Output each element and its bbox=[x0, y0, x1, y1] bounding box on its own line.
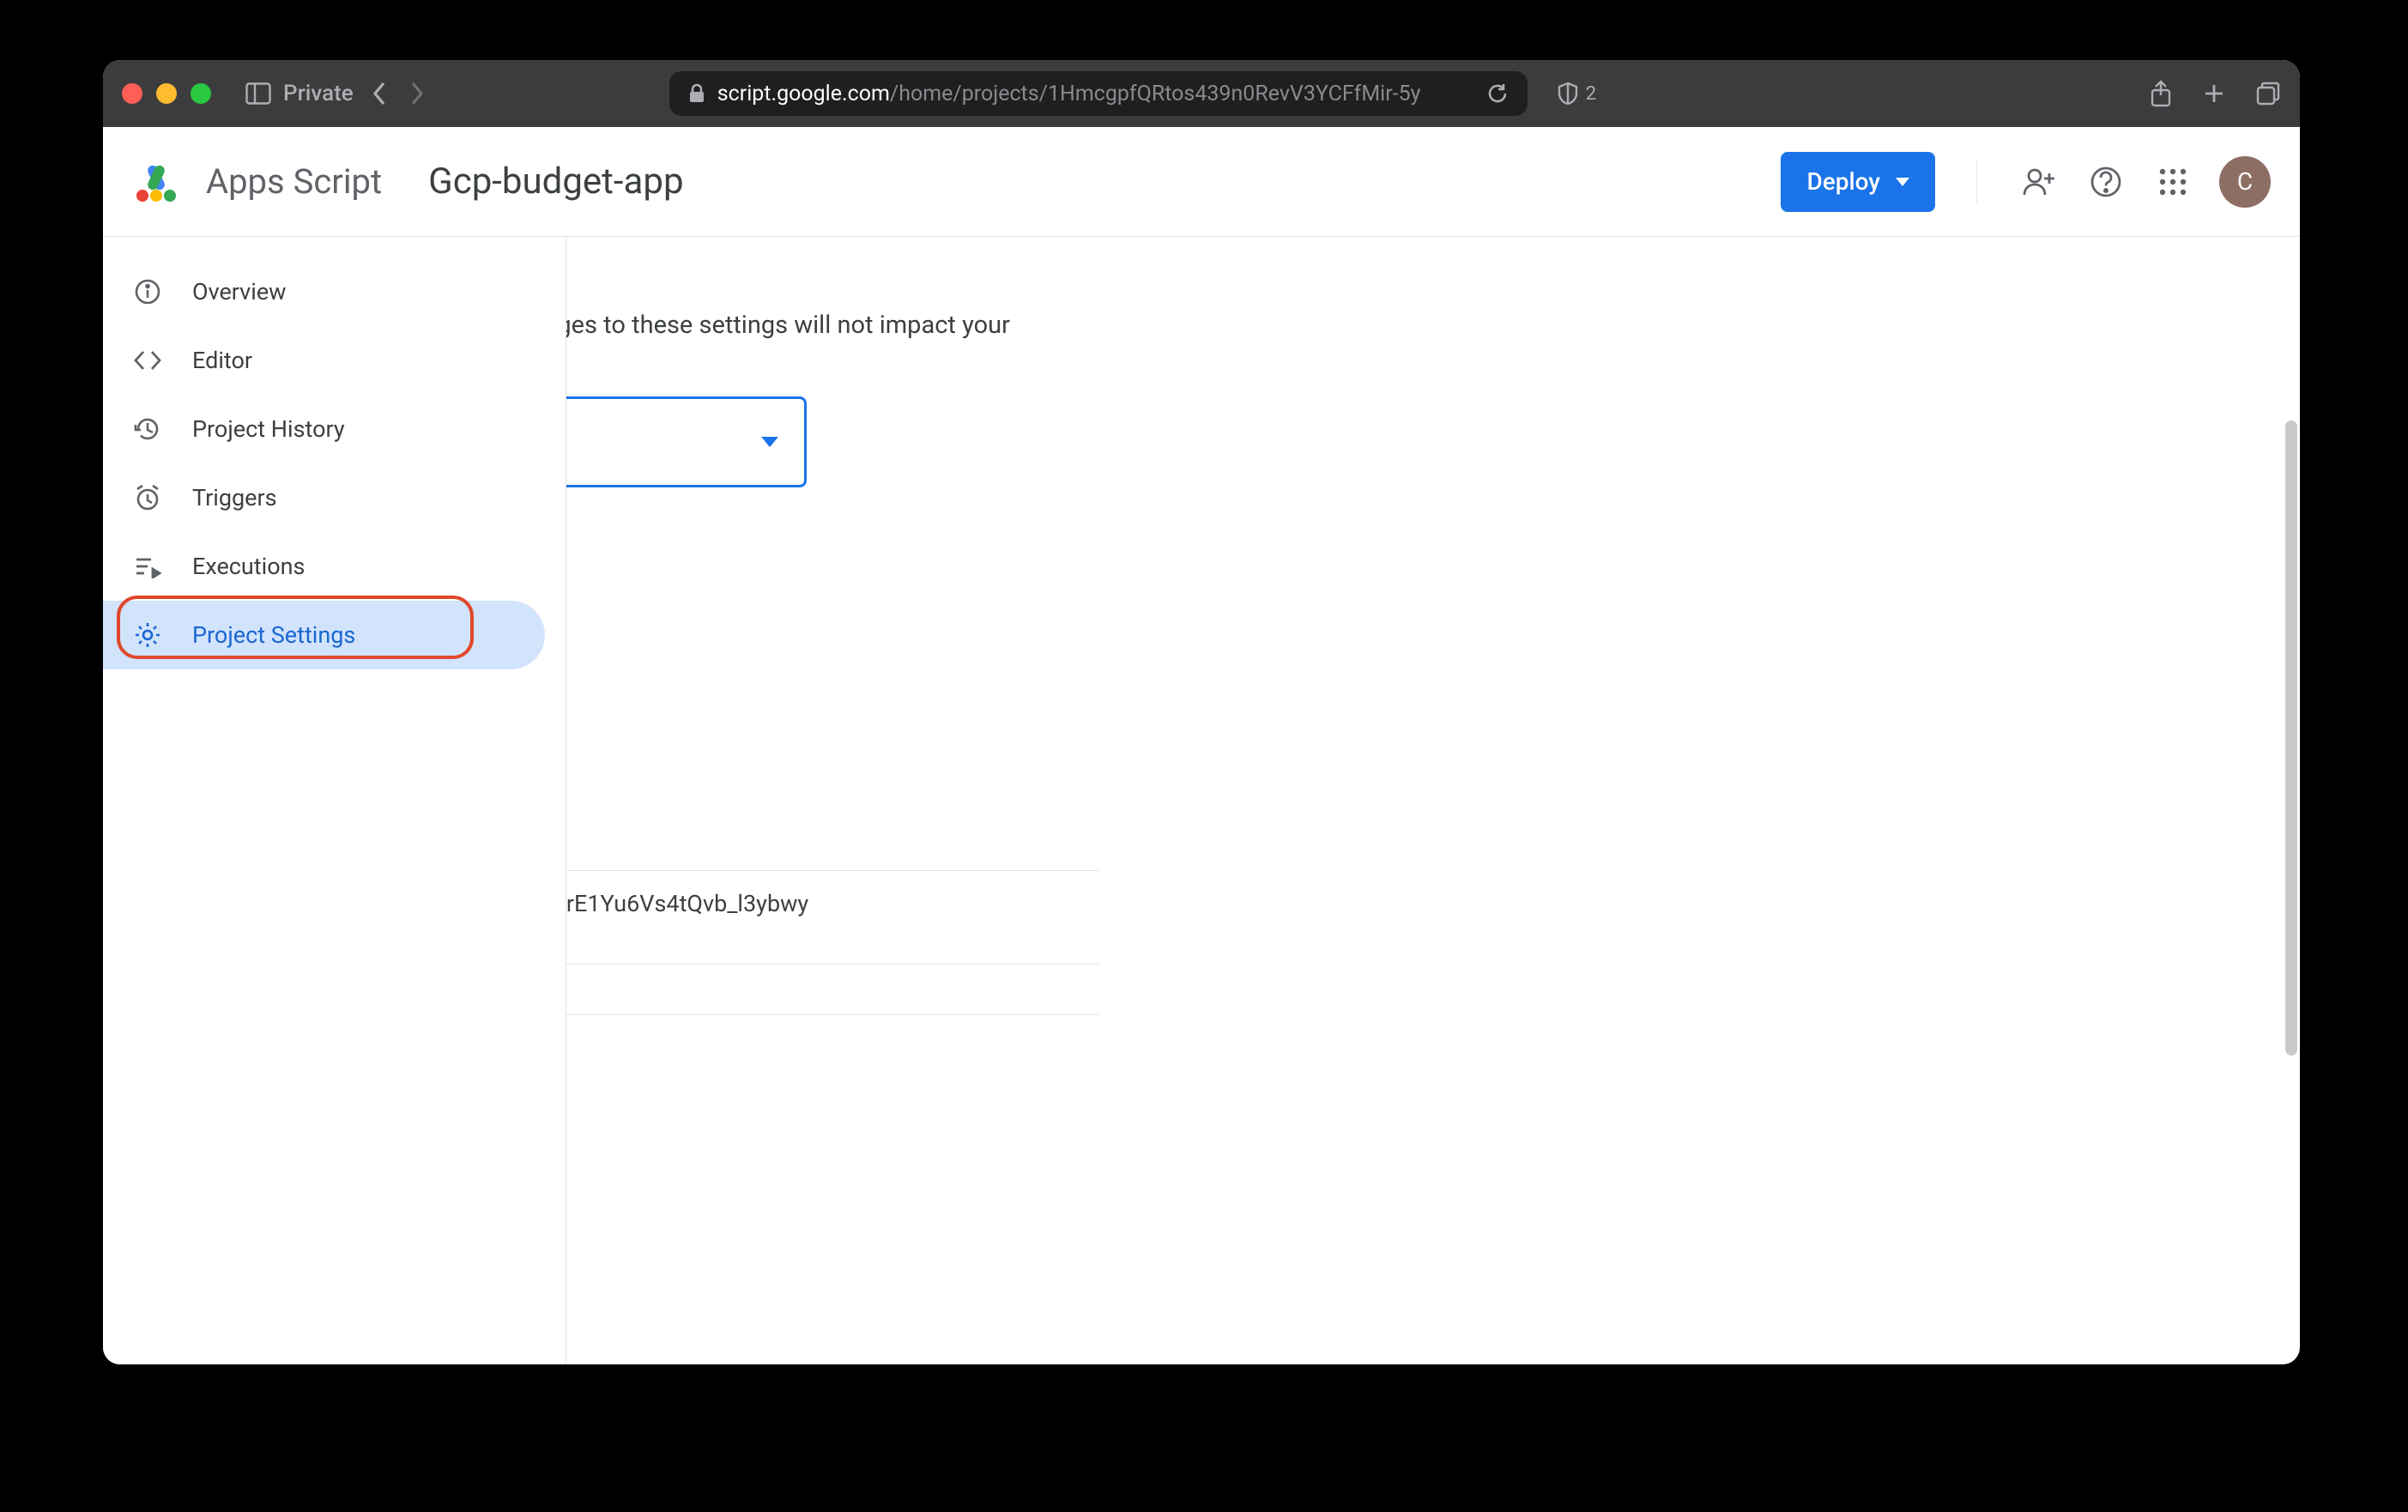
app-header: Apps Script Gcp-budget-app Deploy C bbox=[103, 127, 2300, 237]
history-icon bbox=[132, 414, 163, 445]
sidebar-item-label: Executions bbox=[192, 553, 305, 580]
reload-icon[interactable] bbox=[1486, 82, 1509, 105]
help-icon[interactable] bbox=[2085, 161, 2127, 203]
sidebar-item-label: Editor bbox=[192, 347, 252, 374]
project-title: Gcp-budget-app bbox=[428, 160, 683, 203]
deploy-label: Deploy bbox=[1806, 167, 1880, 196]
deploy-button[interactable]: Deploy bbox=[1781, 152, 1935, 212]
lock-icon bbox=[688, 83, 705, 104]
chevron-down-icon bbox=[1896, 178, 1909, 186]
minimize-window-button[interactable] bbox=[156, 83, 177, 104]
browser-chrome: Private script.google.com/home/projects/… bbox=[103, 60, 2300, 127]
sidebar-item-project-settings[interactable]: Project Settings bbox=[103, 601, 545, 669]
sidebar-item-label: Project Settings bbox=[192, 621, 355, 649]
sidebar-item-history[interactable]: Project History bbox=[103, 395, 545, 463]
share-person-icon[interactable] bbox=[2018, 161, 2060, 203]
sidebar-item-triggers[interactable]: Triggers bbox=[103, 463, 545, 532]
sidebar-item-executions[interactable]: Executions bbox=[103, 532, 545, 601]
tabs-overview-icon[interactable] bbox=[2255, 81, 2281, 106]
browser-window: Private script.google.com/home/projects/… bbox=[103, 60, 2300, 1364]
alarm-icon bbox=[132, 482, 163, 513]
executions-icon bbox=[132, 551, 163, 582]
url-text: script.google.com/home/projects/1HmcgpfQ… bbox=[717, 82, 1421, 106]
sidebar: Overview Editor Project History Triggers bbox=[103, 237, 566, 1364]
app-body: e entire Apps Script project. Changes to… bbox=[103, 237, 2300, 1364]
traffic-lights bbox=[122, 83, 211, 104]
privacy-shield[interactable]: 2 bbox=[1557, 82, 1596, 106]
chevron-down-icon bbox=[761, 437, 778, 447]
avatar[interactable]: C bbox=[2219, 156, 2271, 208]
sidebar-item-label: Overview bbox=[192, 278, 286, 305]
apps-grid-icon[interactable] bbox=[2152, 161, 2193, 203]
sidebar-item-label: Triggers bbox=[192, 484, 277, 511]
apps-script-logo-icon bbox=[132, 158, 180, 206]
address-bar[interactable]: script.google.com/home/projects/1HmcgpfQ… bbox=[669, 71, 1528, 116]
new-tab-icon[interactable] bbox=[2202, 82, 2226, 106]
brand-label: Apps Script bbox=[206, 161, 382, 202]
info-icon bbox=[132, 276, 163, 307]
divider bbox=[1976, 160, 1977, 203]
share-icon[interactable] bbox=[2149, 80, 2173, 107]
fullscreen-window-button[interactable] bbox=[191, 83, 211, 104]
shield-count: 2 bbox=[1586, 83, 1596, 105]
forward-button[interactable] bbox=[407, 81, 426, 106]
sidebar-item-label: Project History bbox=[192, 415, 345, 443]
sidebar-item-editor[interactable]: Editor bbox=[103, 326, 545, 395]
scrollbar-thumb[interactable] bbox=[2285, 420, 2297, 1055]
back-button[interactable] bbox=[371, 81, 390, 106]
close-window-button[interactable] bbox=[122, 83, 142, 104]
sidebar-item-overview[interactable]: Overview bbox=[103, 257, 545, 326]
code-icon bbox=[132, 345, 163, 376]
gear-icon bbox=[132, 620, 163, 650]
sidebar-toggle-icon[interactable] bbox=[245, 82, 271, 105]
private-label: Private bbox=[283, 81, 354, 106]
